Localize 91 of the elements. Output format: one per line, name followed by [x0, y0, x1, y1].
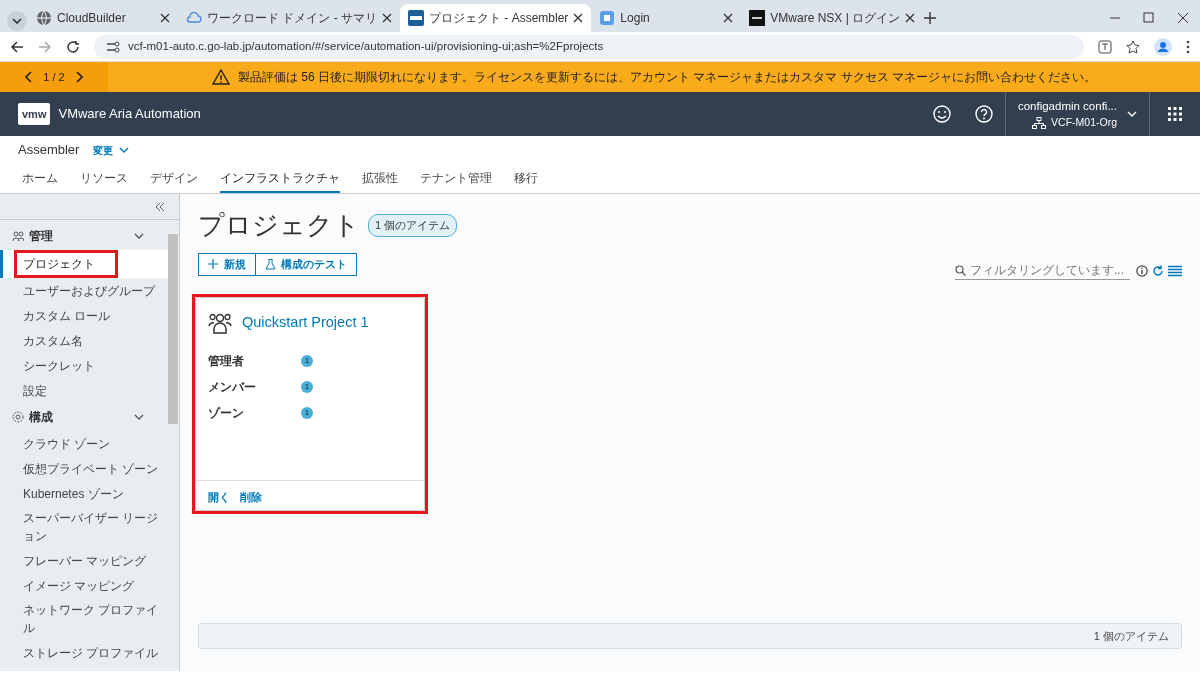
profile-icon[interactable]: [1154, 37, 1172, 56]
nav-tab[interactable]: テナント管理: [420, 164, 492, 193]
pager-text: 1 / 2: [43, 69, 65, 85]
sidebar-item[interactable]: カスタム ロール: [0, 303, 168, 328]
logo-icon: [749, 10, 766, 26]
tab-list-icon[interactable]: [6, 10, 28, 32]
sidebar-item[interactable]: プロジェクト: [0, 250, 168, 278]
cloud-icon: [186, 10, 202, 26]
browser-tab[interactable]: プロジェクト - Assembler: [400, 4, 592, 32]
sidebar-item[interactable]: Kubernetes ゾーン: [0, 481, 168, 506]
translate-icon[interactable]: [1098, 39, 1112, 54]
close-icon[interactable]: [160, 13, 170, 23]
sidebar-item[interactable]: スーパーバイザー リージョン: [0, 506, 168, 548]
card-action-link[interactable]: 開く: [208, 489, 230, 502]
close-icon[interactable]: [573, 13, 584, 23]
nav-tab[interactable]: 拡張性: [362, 164, 398, 193]
close-icon[interactable]: [723, 13, 734, 23]
address-bar[interactable]: vcf-m01-auto.c.go-lab.jp/automation/#/service/automation-ui/provisioning-ui;ash=%2Fprojects: [94, 34, 1084, 59]
close-icon[interactable]: [382, 13, 392, 23]
caret-icon: [119, 147, 130, 153]
page-title: プロジェクト: [198, 209, 360, 242]
sidebar-item[interactable]: クラウド ゾーン: [0, 431, 168, 456]
vmw-logo: vmw: [18, 102, 51, 126]
count-badge: 1: [301, 355, 313, 367]
more-icon[interactable]: [1186, 39, 1190, 54]
product-name: VMware Aria Automation: [58, 105, 201, 124]
org-name: VCF-M01-Org: [1051, 114, 1117, 130]
back-icon[interactable]: [10, 39, 24, 54]
list-view-icon[interactable]: [1168, 264, 1182, 277]
bookmark-star-icon[interactable]: [1126, 39, 1140, 54]
url-text: vcf-m01-auto.c.go-lab.jp/automation/#/service/automation-ui/provisioning-ui;ash=%2Fprojects: [128, 38, 604, 54]
site-info-icon: [106, 40, 120, 53]
info-icon[interactable]: [1136, 264, 1148, 277]
sidebar-item[interactable]: フレーバー マッピング: [0, 548, 168, 573]
field-label: 管理者: [208, 353, 245, 370]
search-icon: [955, 264, 966, 276]
switch-link[interactable]: 変更: [93, 142, 130, 158]
sidebar-item[interactable]: 仮想プライベート ゾーン: [0, 456, 168, 481]
user-name: configadmin confi...: [1017, 98, 1117, 114]
browser-tab[interactable]: ワークロード ドメイン - サマリ: [178, 4, 400, 32]
flask-icon: [265, 259, 276, 270]
help-icon[interactable]: [974, 105, 993, 123]
sidebar-item[interactable]: ネットワーク プロファイル: [0, 598, 168, 640]
browser-tab[interactable]: CloudBuilder: [28, 4, 178, 32]
scrollbar[interactable]: [168, 234, 178, 424]
collapse-icon[interactable]: [155, 201, 165, 212]
caret-icon: [1127, 111, 1137, 117]
field-label: メンバー: [208, 379, 257, 396]
sidebar-item[interactable]: カスタム名: [0, 328, 168, 353]
count-badge: 1: [301, 381, 313, 393]
project-card[interactable]: Quickstart Project 1 管理者 1 メンバー 1 ゾーン 1 開く 削除: [195, 297, 425, 511]
nav-tab[interactable]: リソース: [80, 164, 128, 193]
section-header[interactable]: 構成: [0, 403, 168, 431]
license-warning: 製品評価は 56 日後に期限切れになります。ライセンスを更新するには、アカウント マネージャまたはカスタマ サクセス マネージャにお問い合わせください。: [238, 69, 1096, 86]
sidebar-item[interactable]: 設定: [0, 378, 168, 403]
project-name[interactable]: Quickstart Project 1: [242, 312, 369, 334]
app-icon: [599, 10, 616, 26]
card-action-link[interactable]: 削除: [240, 489, 262, 502]
section-header[interactable]: 管理: [0, 222, 168, 250]
refresh-icon[interactable]: [1152, 264, 1164, 277]
people-icon: [12, 230, 24, 242]
gear-icon: [12, 411, 24, 423]
item-count: 1 個のアイテム: [368, 214, 458, 237]
sidebar-item[interactable]: ユーザーおよびグループ: [0, 278, 168, 303]
footer-count: 1 個のアイテム: [198, 623, 1182, 649]
globe-icon: [36, 10, 52, 26]
sidebar-item[interactable]: イメージ マッピング: [0, 573, 168, 598]
toolbar-button[interactable]: 新規: [198, 253, 256, 276]
nav-tab[interactable]: 移行: [514, 164, 538, 193]
count-badge: 1: [301, 407, 313, 419]
browser-tab[interactable]: VMware NSX | ログイン: [741, 4, 924, 32]
toolbar-button[interactable]: 構成のテスト: [256, 253, 357, 276]
nav-tab[interactable]: ホーム: [22, 164, 58, 193]
app-grid-icon[interactable]: [1168, 107, 1182, 121]
org-icon: [1032, 116, 1047, 129]
warning-icon: [212, 69, 230, 85]
previous-icon[interactable]: [25, 71, 34, 83]
smiley-icon[interactable]: [932, 105, 951, 123]
logo-icon: [408, 10, 424, 26]
app-name: Assembler: [18, 141, 80, 160]
nav-tab[interactable]: デザイン: [150, 164, 198, 193]
close-icon[interactable]: [905, 13, 916, 23]
field-label: ゾーン: [208, 405, 245, 422]
next-icon[interactable]: [74, 71, 83, 83]
reload-icon[interactable]: [66, 39, 80, 54]
filter-field[interactable]: フィルタリングしています...: [955, 261, 1130, 280]
sidebar-item[interactable]: ストレージ プロファイル: [0, 640, 168, 665]
people-icon: [208, 312, 232, 334]
sidebar-item[interactable]: シークレット: [0, 353, 168, 378]
browser-tab[interactable]: Login: [591, 4, 742, 32]
plus-icon: [208, 259, 219, 270]
